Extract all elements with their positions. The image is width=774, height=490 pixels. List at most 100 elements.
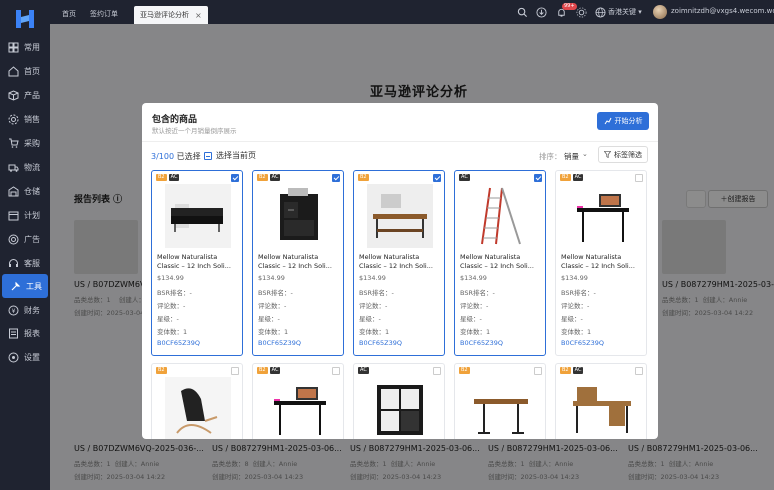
product-card[interactable]: B2	[151, 363, 243, 439]
globe-icon[interactable]	[594, 6, 606, 18]
settings-sun-icon[interactable]	[575, 6, 587, 18]
svg-text:¥: ¥	[12, 307, 16, 314]
review-count: 评论数：-	[157, 302, 186, 310]
sidebar-item-13[interactable]: 设置	[0, 345, 50, 369]
sidebar-item-5[interactable]: 物流	[0, 155, 50, 179]
asin-link[interactable]: B0CF65Z39Q	[561, 339, 604, 347]
filter-icon	[604, 151, 611, 158]
product-image	[266, 377, 332, 439]
search-icon[interactable]	[516, 6, 528, 18]
product-card[interactable]: AC Mellow Naturalista Classic – 12 Inch So…	[454, 170, 546, 356]
tab-signed-orders[interactable]: 签约订单	[84, 6, 124, 22]
product-card[interactable]: B2 AC Mellow Naturalista Classic – 12 Inch …	[151, 170, 243, 356]
sidebar-item-10[interactable]: 工具	[2, 274, 48, 298]
tab-home[interactable]: 首页	[56, 6, 82, 22]
close-icon[interactable]: ×	[195, 11, 202, 20]
start-analysis-button[interactable]: 开始分析	[597, 112, 649, 130]
star-rating: 星级：-	[359, 315, 381, 323]
product-checkbox[interactable]	[534, 174, 542, 182]
sidebar-item-1[interactable]: 首页	[0, 59, 50, 83]
product-checkbox[interactable]	[534, 367, 542, 375]
product-tags: B2 AC	[156, 174, 180, 181]
sidebar-item-label: 采购	[24, 138, 40, 148]
product-title: Mellow Naturalista Classic – 12 Inch Soli…	[359, 253, 433, 270]
sidebar-item-9[interactable]: 客服	[0, 251, 50, 275]
sidebar-item-label: 计划	[24, 210, 40, 220]
product-tags: B2 AC	[560, 174, 584, 181]
modal-title: 包含的商品	[152, 115, 198, 125]
grid-icon	[8, 42, 19, 53]
bsr-rank: BSR排名：-	[157, 289, 192, 297]
product-tags: B2	[459, 367, 470, 374]
asin-link[interactable]: B0CF65Z39Q	[258, 339, 301, 347]
avatar[interactable]	[653, 5, 667, 19]
tag-badge: B2	[459, 367, 470, 374]
product-tags: B2 AC	[560, 367, 584, 374]
star-rating: 星级：-	[157, 315, 179, 323]
product-card[interactable]: B2 Mellow Naturalista Classic – 12 Inch So…	[353, 170, 445, 356]
settings-icon	[8, 352, 19, 363]
sidebar-item-2[interactable]: 产品	[0, 83, 50, 107]
product-checkbox[interactable]	[433, 174, 441, 182]
product-tags: B2 AC	[257, 174, 281, 181]
sidebar-item-12[interactable]: 报表	[0, 321, 50, 345]
product-card[interactable]: AC	[353, 363, 445, 439]
sidebar-item-6[interactable]: 仓储	[0, 179, 50, 203]
product-card[interactable]: B2 AC Mellow Naturalista Classic – 12 Inch …	[555, 170, 647, 356]
product-checkbox[interactable]	[433, 367, 441, 375]
tag-badge: B2	[156, 174, 167, 181]
product-card[interactable]: B2	[454, 363, 546, 439]
product-checkbox[interactable]	[635, 174, 643, 182]
sidebar-item-label: 广告	[24, 234, 40, 244]
analysis-icon	[604, 117, 611, 125]
product-title: Mellow Naturalista Classic – 12 Inch Soli…	[157, 253, 231, 270]
divider	[142, 141, 658, 142]
tag-filter-button[interactable]: 标签筛选	[598, 146, 648, 163]
sort-dropdown[interactable]: 销量	[564, 151, 579, 162]
product-card[interactable]: B2 AC	[555, 363, 647, 439]
product-checkbox[interactable]	[332, 174, 340, 182]
product-price: $134.99	[258, 274, 285, 282]
tag-badge: AC	[269, 367, 281, 374]
asin-link[interactable]: B0CF65Z39Q	[157, 339, 200, 347]
download-icon[interactable]	[535, 6, 547, 18]
variant-count: 变体数：1	[359, 328, 390, 336]
sidebar-item-label: 设置	[24, 352, 40, 362]
tag-badge: AC	[269, 174, 281, 181]
tag-badge: AC	[358, 367, 369, 374]
product-image	[165, 184, 231, 248]
product-image	[367, 184, 433, 248]
asin-link[interactable]: B0CF65Z39Q	[460, 339, 503, 347]
sidebar-item-8[interactable]: 广告	[0, 227, 50, 251]
chevron-down-icon[interactable]: ⌄	[582, 150, 588, 158]
product-tags: AC	[358, 367, 369, 374]
tag-badge: AC	[168, 174, 180, 181]
sidebar-item-7[interactable]: 计划	[0, 203, 50, 227]
product-card[interactable]: B2 AC Mellow Naturalista Classic – 12 Inch …	[252, 170, 344, 356]
sidebar-item-label: 首页	[24, 66, 40, 76]
variant-count: 变体数：1	[258, 328, 289, 336]
app-logo[interactable]	[14, 8, 36, 30]
product-checkbox[interactable]	[231, 174, 239, 182]
sidebar-item-3[interactable]: 销售	[0, 107, 50, 131]
select-current-page-checkbox[interactable]: 选择当前页	[204, 150, 256, 161]
product-checkbox[interactable]	[231, 367, 239, 375]
tag-badge: B2	[560, 174, 571, 181]
region-selector[interactable]: 香港关键 ▾	[608, 7, 642, 17]
tag-badge: B2	[560, 367, 571, 374]
account-email[interactable]: zoimnitzdh@vxgs4.wecom.work ▾	[671, 7, 774, 15]
sidebar-item-0[interactable]: 常用	[0, 35, 50, 59]
product-tags: B2	[156, 367, 167, 374]
product-checkbox[interactable]	[635, 367, 643, 375]
asin-link[interactable]: B0CF65Z39Q	[359, 339, 402, 347]
product-image	[367, 377, 433, 439]
variant-count: 变体数：1	[460, 328, 491, 336]
product-checkbox[interactable]	[332, 367, 340, 375]
product-card[interactable]: B2 AC	[252, 363, 344, 439]
home-icon	[8, 65, 19, 77]
product-price: $134.99	[359, 274, 386, 282]
sidebar-item-11[interactable]: ¥ 财务	[0, 298, 50, 322]
tab-review-analysis[interactable]: 亚马逊评论分析 ×	[134, 6, 208, 24]
bell-icon[interactable]: 99+	[555, 3, 577, 18]
sidebar-item-4[interactable]: 采购	[0, 131, 50, 155]
